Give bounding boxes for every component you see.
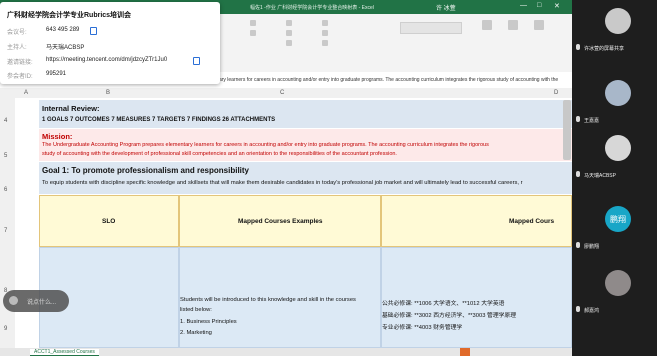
participant-name: 郝嘉鸿 xyxy=(584,308,600,314)
maximize-icon[interactable]: □ xyxy=(537,2,541,9)
column-header[interactable]: A xyxy=(24,90,28,96)
ribbon-icon[interactable] xyxy=(322,20,328,26)
ribbon-icon[interactable] xyxy=(482,20,492,30)
column-header[interactable]: D xyxy=(554,90,558,96)
participant-tile[interactable]: 马天瑞ACBSP xyxy=(572,127,657,191)
microphone-icon xyxy=(576,242,580,248)
ribbon-icon[interactable] xyxy=(322,30,328,36)
ribbon-icon[interactable] xyxy=(286,40,292,46)
sheet-tab[interactable]: ACCT1_Assessed Courses xyxy=(30,349,99,356)
meeting-info-popup: 广科财经学院会计学专业Rubrics培训会 会议号: 643 495 289 主… xyxy=(0,2,220,84)
participant-tile[interactable]: 郝嘉鸿 xyxy=(572,262,657,326)
chat-placeholder: 说点什么... xyxy=(27,300,57,306)
excel-user-name[interactable]: 许 冰萱 xyxy=(436,3,456,12)
avatar xyxy=(605,80,631,106)
chat-bubble-icon xyxy=(9,296,18,305)
host-label: 主持人: xyxy=(7,45,27,51)
mission-label: Mission: xyxy=(42,132,73,141)
ribbon-icon[interactable] xyxy=(286,20,292,26)
formula-content[interactable]: entary learners for careers in accountin… xyxy=(212,77,558,83)
goal-description: To equip students with discipline specif… xyxy=(42,180,523,186)
mapped2-text-line2: 基础必修课: **3002 西方经济学、**3003 管理学原理 xyxy=(382,313,517,319)
invite-link[interactable]: https://meeting.tencent.com/dm/jdzcyZTr1… xyxy=(46,57,167,63)
participant-name: 马天瑞ACBSP xyxy=(584,173,616,179)
ribbon-icon[interactable] xyxy=(322,40,328,46)
mapped2-text-line3: 专业必修课: **4003 财务管理学 xyxy=(382,325,463,331)
header-mapped-courses: Mapped Courses Examples xyxy=(238,218,323,225)
chat-input[interactable]: 说点什么... xyxy=(3,290,69,312)
style-gallery[interactable] xyxy=(400,22,462,34)
avatar: 鹏翔 xyxy=(605,206,631,232)
participant-name: 廖鹏翔 xyxy=(584,244,600,250)
internal-review-cell[interactable]: Internal Review: 1 GOALS 7 OUTCOMES 7 ME… xyxy=(39,100,572,128)
ribbon-icon[interactable] xyxy=(534,20,544,30)
host-value: 马天瑞ACBSP xyxy=(46,45,85,51)
ribbon-icon[interactable] xyxy=(286,30,292,36)
spreadsheet-grid[interactable]: Internal Review: 1 GOALS 7 OUTCOMES 7 ME… xyxy=(15,98,572,348)
row-header[interactable]: 9 xyxy=(4,326,7,332)
mapped-text-line4: 2. Marketing xyxy=(180,330,212,336)
internal-review-title: Internal Review: xyxy=(42,104,100,113)
mission-cell[interactable]: Mission: The Undergraduate Accounting Pr… xyxy=(39,129,572,161)
ime-icon[interactable] xyxy=(460,348,470,356)
mapped-data-cell[interactable]: Students will be introduced to this know… xyxy=(179,247,381,348)
goal-cell[interactable]: Goal 1: To promote professionalism and r… xyxy=(39,162,572,194)
mapped2-data-cell[interactable]: 公共必修课: **1006 大学语文、**1012 大学英语 基础必修课: **… xyxy=(381,247,572,348)
participant-tile[interactable]: 许冰萱的屏幕共享 xyxy=(572,0,657,64)
mission-text-line1: The Undergraduate Accounting Program pre… xyxy=(42,142,489,148)
excel-window-title: 幅佐1 -作业 广科财经学院会计学专业整合映射表 - Excel xyxy=(250,5,374,11)
header-mapped-cell[interactable]: Mapped Courses Examples xyxy=(179,195,381,247)
microphone-icon xyxy=(576,306,580,312)
copy-icon[interactable] xyxy=(90,27,97,35)
attendee-id-value: 995291 xyxy=(46,71,67,77)
invite-label: 邀请链接: xyxy=(7,60,33,66)
row-header[interactable]: 5 xyxy=(4,153,7,159)
participant-name: 许冰萱的屏幕共享 xyxy=(584,46,625,52)
avatar xyxy=(605,135,631,161)
sheet-tab-bar: ACCT1_Assessed Courses xyxy=(0,348,572,356)
row-header[interactable]: 4 xyxy=(4,118,7,124)
attendee-id-label: 参会者ID: xyxy=(7,74,33,80)
microphone-icon xyxy=(576,171,580,177)
mapped-text-line3: 1. Business Principles xyxy=(180,319,237,325)
participant-name: 王嘉嘉 xyxy=(584,118,600,124)
header-slo: SLO xyxy=(102,218,116,225)
close-icon[interactable]: ✕ xyxy=(554,2,560,10)
avatar xyxy=(605,270,631,296)
header-slo-cell[interactable]: SLO xyxy=(39,195,179,247)
meeting-title: 广科财经学院会计学专业Rubrics培训会 xyxy=(7,12,132,19)
participant-tile[interactable]: 鹏翔 廖鹏翔 xyxy=(572,198,657,262)
microphone-icon xyxy=(576,44,580,50)
column-header[interactable]: B xyxy=(106,90,110,96)
goal-title: Goal 1: To promote professionalism and r… xyxy=(42,166,249,175)
vertical-scrollbar[interactable] xyxy=(563,100,571,160)
ribbon-icon[interactable] xyxy=(250,20,256,26)
mapped-text-line2: listed below: xyxy=(180,307,212,313)
header-mapped2-cell[interactable]: Mapped Cours xyxy=(381,195,572,247)
meeting-id-label: 会议号: xyxy=(7,30,27,36)
minimize-icon[interactable]: — xyxy=(520,2,527,9)
copy-icon[interactable] xyxy=(193,57,200,65)
row-header[interactable]: 7 xyxy=(4,228,7,234)
row-header[interactable]: 6 xyxy=(4,187,7,193)
meeting-id-value: 643 495 289 xyxy=(46,27,80,33)
mapped-text-line1: Students will be introduced to this know… xyxy=(180,297,356,303)
avatar xyxy=(605,8,631,34)
mission-text-line2: study of accounting with the development… xyxy=(42,151,397,157)
ribbon-icon[interactable] xyxy=(250,30,256,36)
mapped2-text-line1: 公共必修课: **1006 大学语文、**1012 大学英语 xyxy=(382,301,505,307)
internal-review-stats: 1 GOALS 7 OUTCOMES 7 MEASURES 7 TARGETS … xyxy=(42,117,276,123)
participant-panel: 许冰萱的屏幕共享 王嘉嘉 马天瑞ACBSP 鹏翔 廖鹏翔 郝嘉鸿 xyxy=(572,0,657,356)
microphone-icon xyxy=(576,116,580,122)
ribbon-icon[interactable] xyxy=(508,20,518,30)
header-mapped-courses-2: Mapped Cours xyxy=(509,218,555,225)
column-header[interactable]: C xyxy=(280,90,284,96)
